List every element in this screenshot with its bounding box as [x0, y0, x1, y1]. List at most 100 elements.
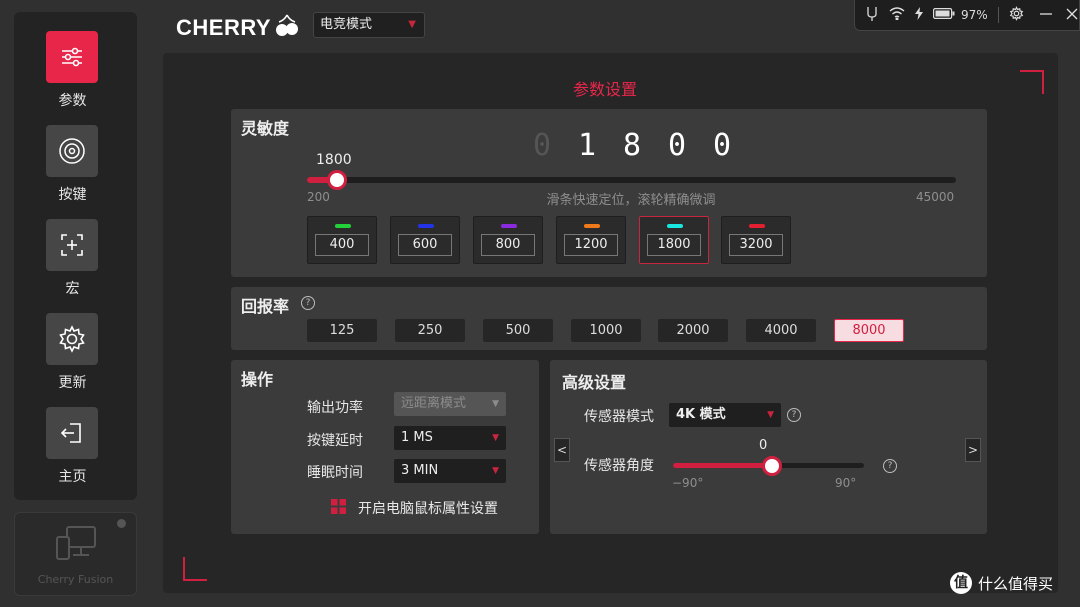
- dpi-preset-card[interactable]: 600: [390, 216, 460, 264]
- dpi-preset-card[interactable]: 800: [473, 216, 543, 264]
- sensor-angle-label: 传感器角度: [584, 458, 654, 474]
- dpi-preset-value[interactable]: 1200: [564, 234, 618, 256]
- dpi-preset-value[interactable]: 800: [481, 234, 535, 256]
- brand-name: CHERRY: [176, 15, 272, 40]
- polling-rate-button[interactable]: 2000: [658, 319, 728, 342]
- target-icon: [46, 125, 98, 177]
- polling-title: 回报率: [241, 297, 290, 316]
- dpi-color-indicator: [667, 224, 683, 228]
- watermark-logo: 值: [950, 572, 972, 594]
- watermark: 值 什么值得买: [950, 572, 1053, 594]
- sensitivity-title: 灵敏度: [241, 119, 290, 138]
- dpi-preset-card[interactable]: 1800: [639, 216, 709, 264]
- polling-rate-button[interactable]: 250: [395, 319, 465, 342]
- mouse-properties-label: 开启电脑鼠标属性设置: [358, 501, 498, 517]
- cherry-icon: [275, 13, 299, 43]
- output-power-select[interactable]: 远距离模式 ▼: [394, 392, 506, 416]
- polling-rate-button[interactable]: 4000: [746, 319, 816, 342]
- chevron-down-icon: ▼: [492, 466, 499, 476]
- prev-page-button[interactable]: <: [554, 438, 570, 462]
- help-icon[interactable]: ?: [301, 296, 315, 310]
- sensor-mode-label: 传感器模式: [584, 409, 654, 425]
- polling-rate-button[interactable]: 125: [307, 319, 377, 342]
- operation-title: 操作: [241, 370, 274, 389]
- polling-rate-button[interactable]: 8000: [834, 319, 904, 342]
- dpi-preset-value[interactable]: 400: [315, 234, 369, 256]
- corner-decoration: [183, 557, 207, 581]
- dpi-color-indicator: [501, 224, 517, 228]
- sensor-mode-value: 4K 模式: [676, 407, 726, 422]
- battery-icon: [933, 8, 955, 22]
- dpi-preset-card[interactable]: 400: [307, 216, 377, 264]
- nav-label: 更新: [58, 375, 87, 391]
- nav-item-macro[interactable]: 宏: [14, 219, 137, 309]
- dpi-color-indicator: [584, 224, 600, 228]
- help-icon[interactable]: ?: [883, 459, 897, 473]
- battery-level: 97%: [961, 8, 988, 22]
- sleep-time-select[interactable]: 3 MIN ▼: [394, 459, 506, 483]
- nav-item-keys[interactable]: 按键: [14, 125, 137, 215]
- dpi-color-indicator: [749, 224, 765, 228]
- usb-icon[interactable]: [865, 6, 879, 25]
- sidebar: 参数 按键 宏 更新 主页: [14, 12, 137, 500]
- nav-item-params[interactable]: 参数: [14, 31, 137, 121]
- key-delay-value: 1 MS: [401, 430, 433, 445]
- sleep-time-label: 睡眠时间: [307, 465, 363, 481]
- dpi-slider-hint: 滑条快速定位，滚轮精确微调: [546, 193, 716, 208]
- sliders-icon: [46, 31, 98, 83]
- chevron-down-icon: ▼: [492, 399, 499, 409]
- device-card[interactable]: Cherry Fusion: [14, 512, 137, 596]
- mode-select-value: 电竞模式: [320, 17, 373, 32]
- macro-add-icon: [46, 219, 98, 271]
- dpi-preset-card[interactable]: 1200: [556, 216, 626, 264]
- angle-min-label: −90°: [672, 476, 704, 490]
- chevron-down-icon: ▼: [408, 19, 416, 30]
- sensor-angle-handle[interactable]: [761, 456, 782, 476]
- advanced-panel: 高级设置: [550, 360, 987, 534]
- sensor-angle-fill: [673, 463, 769, 468]
- dpi-slider[interactable]: [307, 177, 956, 183]
- dpi-slider-handle[interactable]: [327, 170, 347, 190]
- output-power-label: 输出功率: [307, 400, 363, 416]
- dpi-min-label: 200: [307, 190, 330, 204]
- sensor-mode-select[interactable]: 4K 模式 ▼: [669, 403, 781, 427]
- sensor-angle-value: 0: [759, 438, 768, 453]
- page-title: 参数设置: [572, 80, 637, 99]
- polling-rate-button[interactable]: 1000: [571, 319, 641, 342]
- dpi-color-indicator: [418, 224, 434, 228]
- dpi-digit: 0: [667, 128, 687, 163]
- nav-label: 按键: [58, 187, 87, 203]
- next-page-button[interactable]: >: [965, 438, 981, 462]
- windows-settings-icon: [331, 498, 346, 518]
- gear-icon: [46, 313, 98, 365]
- polling-rate-button[interactable]: 500: [483, 319, 553, 342]
- mouse-properties-link[interactable]: 开启电脑鼠标属性设置: [331, 498, 498, 518]
- corner-decoration: [1020, 70, 1044, 94]
- mode-select[interactable]: 电竞模式 ▼: [313, 12, 425, 38]
- dpi-color-indicator: [335, 224, 351, 228]
- nav-item-home[interactable]: 主页: [14, 407, 137, 497]
- nav-label: 主页: [58, 469, 87, 485]
- dpi-digit: 1: [577, 128, 597, 163]
- sleep-time-value: 3 MIN: [401, 463, 439, 478]
- wifi-icon: [889, 7, 905, 23]
- chevron-down-icon: ▼: [767, 410, 774, 420]
- key-delay-select[interactable]: 1 MS ▼: [394, 426, 506, 450]
- nav-label: 宏: [65, 281, 80, 297]
- dpi-preset-value[interactable]: 3200: [729, 234, 783, 256]
- advanced-title: 高级设置: [562, 373, 627, 392]
- dpi-digit: 8: [622, 128, 642, 163]
- dpi-preset-value[interactable]: 600: [398, 234, 452, 256]
- help-icon[interactable]: ?: [787, 408, 801, 422]
- minimize-icon[interactable]: [1039, 8, 1052, 23]
- nav-item-update[interactable]: 更新: [14, 313, 137, 403]
- device-status-dot: [117, 519, 126, 528]
- charging-icon: [915, 7, 923, 23]
- exit-icon: [46, 407, 98, 459]
- key-delay-label: 按键延时: [307, 433, 363, 449]
- close-icon[interactable]: [1066, 8, 1078, 23]
- dpi-preset-card[interactable]: 3200: [721, 216, 791, 264]
- settings-gear-icon[interactable]: [1009, 6, 1024, 24]
- dpi-preset-value[interactable]: 1800: [647, 234, 701, 256]
- dpi-slider-value: 1800: [316, 152, 352, 168]
